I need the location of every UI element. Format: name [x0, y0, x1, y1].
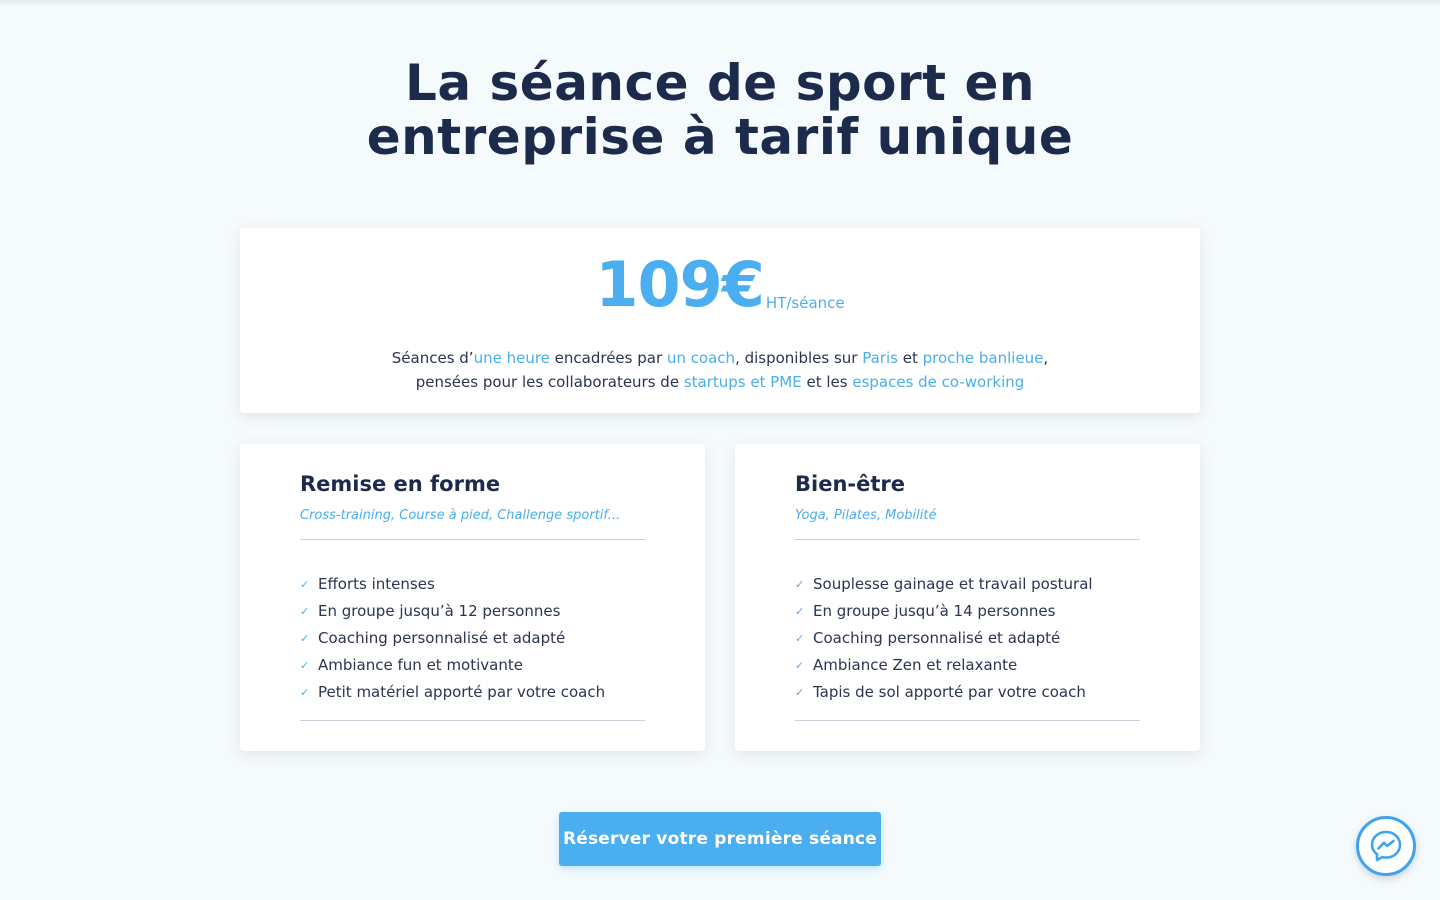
- description-text: encadrées par: [549, 349, 667, 367]
- offer-card-bien-etre: Bien-être Yoga, Pilates, Mobilité ✓ Soupl…: [735, 444, 1200, 751]
- feature-item: ✓ En groupe jusqu’à 12 personnes: [300, 597, 645, 624]
- feature-list: ✓ Efforts intenses ✓ En groupe jusqu’à 12 …: [300, 570, 645, 705]
- price-amount: 109€: [595, 248, 765, 321]
- pricing-description-line-2: pensées pour les collaborateurs de start…: [416, 373, 1025, 391]
- top-shadow: [0, 0, 1440, 6]
- check-icon: ✓: [795, 605, 805, 618]
- description-text: , disponibles sur: [735, 349, 863, 367]
- feature-item: ✓ Tapis de sol apporté par votre coach: [795, 678, 1140, 705]
- divider: [300, 720, 645, 721]
- check-icon: ✓: [795, 578, 805, 591]
- feature-label: En groupe jusqu’à 14 personnes: [813, 601, 1056, 620]
- description-text: ,: [1043, 349, 1049, 367]
- check-icon: ✓: [300, 578, 310, 591]
- feature-label: Souplesse gainage et travail postural: [813, 574, 1093, 593]
- page-title: La séance de sport en entreprise à tarif…: [0, 56, 1440, 164]
- feature-item: ✓ Coaching personnalisé et adapté: [300, 624, 645, 651]
- highlighted-text: Paris: [862, 349, 898, 367]
- feature-item: ✓ Souplesse gainage et travail postural: [795, 570, 1140, 597]
- offer-subtitle: Yoga, Pilates, Mobilité: [795, 506, 1140, 540]
- feature-label: Ambiance Zen et relaxante: [813, 655, 1018, 674]
- feature-label: Efforts intenses: [318, 574, 435, 593]
- feature-label: Tapis de sol apporté par votre coach: [813, 682, 1086, 701]
- pricing-description-line-1: Séances d’une heure encadrées par un coa…: [392, 349, 1048, 367]
- page-title-line-1: La séance de sport en: [405, 54, 1035, 112]
- highlighted-text: proche banlieue: [922, 349, 1044, 367]
- feature-list: ✓ Souplesse gainage et travail postural ✓…: [795, 570, 1140, 705]
- check-icon: ✓: [795, 686, 805, 699]
- check-icon: ✓: [300, 659, 310, 672]
- feature-label: En groupe jusqu’à 12 personnes: [318, 601, 561, 620]
- check-icon: ✓: [795, 659, 805, 672]
- highlighted-text: startups et PME: [683, 373, 802, 391]
- price-unit: HT/séance: [765, 294, 845, 312]
- book-first-session-button[interactable]: Réserver votre première séance: [559, 812, 881, 866]
- page-title-line-2: entreprise à tarif unique: [366, 108, 1074, 166]
- feature-item: ✓ Coaching personnalisé et adapté: [795, 624, 1140, 651]
- feature-item: ✓ Ambiance fun et motivante: [300, 651, 645, 678]
- highlighted-text: espaces de co-working: [852, 373, 1025, 391]
- check-icon: ✓: [300, 686, 310, 699]
- description-text: pensées pour les collaborateurs de: [415, 373, 684, 391]
- check-icon: ✓: [300, 632, 310, 645]
- offer-subtitle: Cross-training, Course à pied, Challenge…: [300, 506, 645, 540]
- highlighted-text: un coach: [666, 349, 736, 367]
- pricing-description: Séances d’une heure encadrées par un coa…: [240, 346, 1200, 394]
- messenger-icon: [1370, 830, 1402, 862]
- price-row: 109€ HT/séance: [240, 250, 1200, 320]
- feature-label: Coaching personnalisé et adapté: [318, 628, 566, 647]
- feature-label: Ambiance fun et motivante: [318, 655, 523, 674]
- messenger-chat-button[interactable]: [1356, 816, 1416, 876]
- feature-item: ✓ Petit matériel apporté par votre coach: [300, 678, 645, 705]
- description-text: et: [897, 349, 923, 367]
- offer-title: Remise en forme: [300, 472, 501, 496]
- description-text: et les: [801, 373, 853, 391]
- check-icon: ✓: [795, 632, 805, 645]
- check-icon: ✓: [300, 605, 310, 618]
- feature-label: Petit matériel apporté par votre coach: [318, 682, 606, 701]
- feature-item: ✓ En groupe jusqu’à 14 personnes: [795, 597, 1140, 624]
- offer-title: Bien-être: [795, 472, 905, 496]
- feature-item: ✓ Efforts intenses: [300, 570, 645, 597]
- feature-item: ✓ Ambiance Zen et relaxante: [795, 651, 1140, 678]
- pricing-card: 109€ HT/séance Séances d’une heure encad…: [240, 228, 1200, 413]
- description-text: Séances d’: [391, 349, 474, 367]
- divider: [795, 720, 1140, 721]
- feature-label: Coaching personnalisé et adapté: [813, 628, 1061, 647]
- highlighted-text: une heure: [473, 349, 550, 367]
- offer-card-remise-en-forme: Remise en forme Cross-training, Course à…: [240, 444, 705, 751]
